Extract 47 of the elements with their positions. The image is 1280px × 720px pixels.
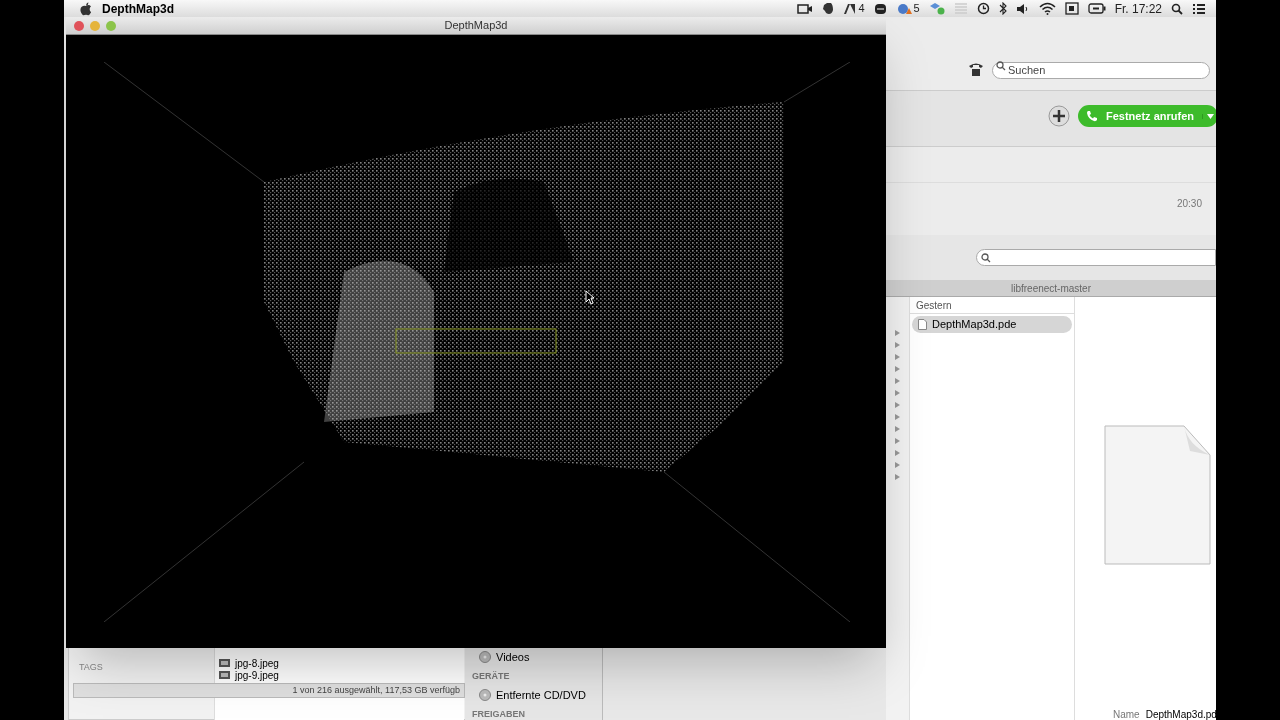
telephone-icon[interactable] bbox=[968, 61, 984, 77]
column-header: Gestern bbox=[910, 297, 1074, 314]
image-file-icon bbox=[219, 659, 230, 667]
bluetooth-icon[interactable] bbox=[998, 2, 1007, 15]
call-time: 20:30 bbox=[1176, 197, 1202, 211]
app-menu[interactable]: DepthMap3d bbox=[102, 0, 174, 18]
window-title: libfreenect-master bbox=[886, 280, 1216, 297]
image-file-icon bbox=[219, 671, 230, 679]
clock[interactable]: Fr. 17:22 bbox=[1114, 0, 1162, 18]
search-field[interactable] bbox=[976, 249, 1216, 266]
sidebar-header: TAGS bbox=[79, 661, 103, 674]
sidebar-item[interactable]: Videos bbox=[496, 649, 530, 666]
disc-icon bbox=[479, 689, 491, 702]
plus-icon[interactable] bbox=[1048, 105, 1070, 127]
chat-icon[interactable] bbox=[873, 2, 887, 15]
volume-icon[interactable] bbox=[1015, 2, 1030, 15]
phone-handset-icon bbox=[1086, 110, 1098, 122]
battery-icon[interactable] bbox=[1087, 3, 1106, 14]
badge-count: 4 bbox=[858, 1, 865, 17]
cloud-warning-icon[interactable] bbox=[895, 2, 912, 15]
file-name: DepthMap3d.pd bbox=[1145, 708, 1216, 720]
sidebar-header: GERÄTE bbox=[472, 669, 511, 683]
status-bar: 1 von 216 ausgewählt, 117,53 GB verfügb bbox=[73, 683, 465, 698]
close-button[interactable] bbox=[74, 20, 84, 31]
search-field[interactable]: Suchen bbox=[992, 61, 1210, 79]
search-icon[interactable] bbox=[1171, 2, 1183, 15]
camera-icon[interactable] bbox=[797, 2, 814, 15]
apple-icon[interactable] bbox=[80, 1, 92, 16]
search-icon bbox=[981, 252, 991, 263]
zoom-button[interactable] bbox=[106, 20, 116, 31]
list-icon[interactable] bbox=[1192, 2, 1206, 15]
file-row[interactable]: DepthMap3d.pde bbox=[912, 316, 1072, 333]
name-label: Name bbox=[1113, 708, 1140, 720]
disc-icon bbox=[479, 651, 491, 664]
badge-count: 5 bbox=[913, 1, 920, 17]
search-icon bbox=[996, 61, 1006, 71]
document-icon bbox=[918, 319, 927, 330]
wifi-icon[interactable] bbox=[1038, 2, 1056, 15]
minimize-button[interactable] bbox=[90, 20, 100, 31]
caret-icon bbox=[1207, 113, 1214, 119]
window-icon[interactable] bbox=[1064, 2, 1079, 15]
sidebar-header: FREIGABEN bbox=[472, 707, 526, 720]
file-name[interactable]: jpg-8.jpeg bbox=[235, 655, 279, 671]
document-icon bbox=[1104, 425, 1211, 565]
cursor-icon bbox=[585, 290, 595, 305]
sidebar-item[interactable]: Entfernte CD/DVD bbox=[496, 687, 586, 704]
window-title: DepthMap3d bbox=[443, 18, 509, 34]
